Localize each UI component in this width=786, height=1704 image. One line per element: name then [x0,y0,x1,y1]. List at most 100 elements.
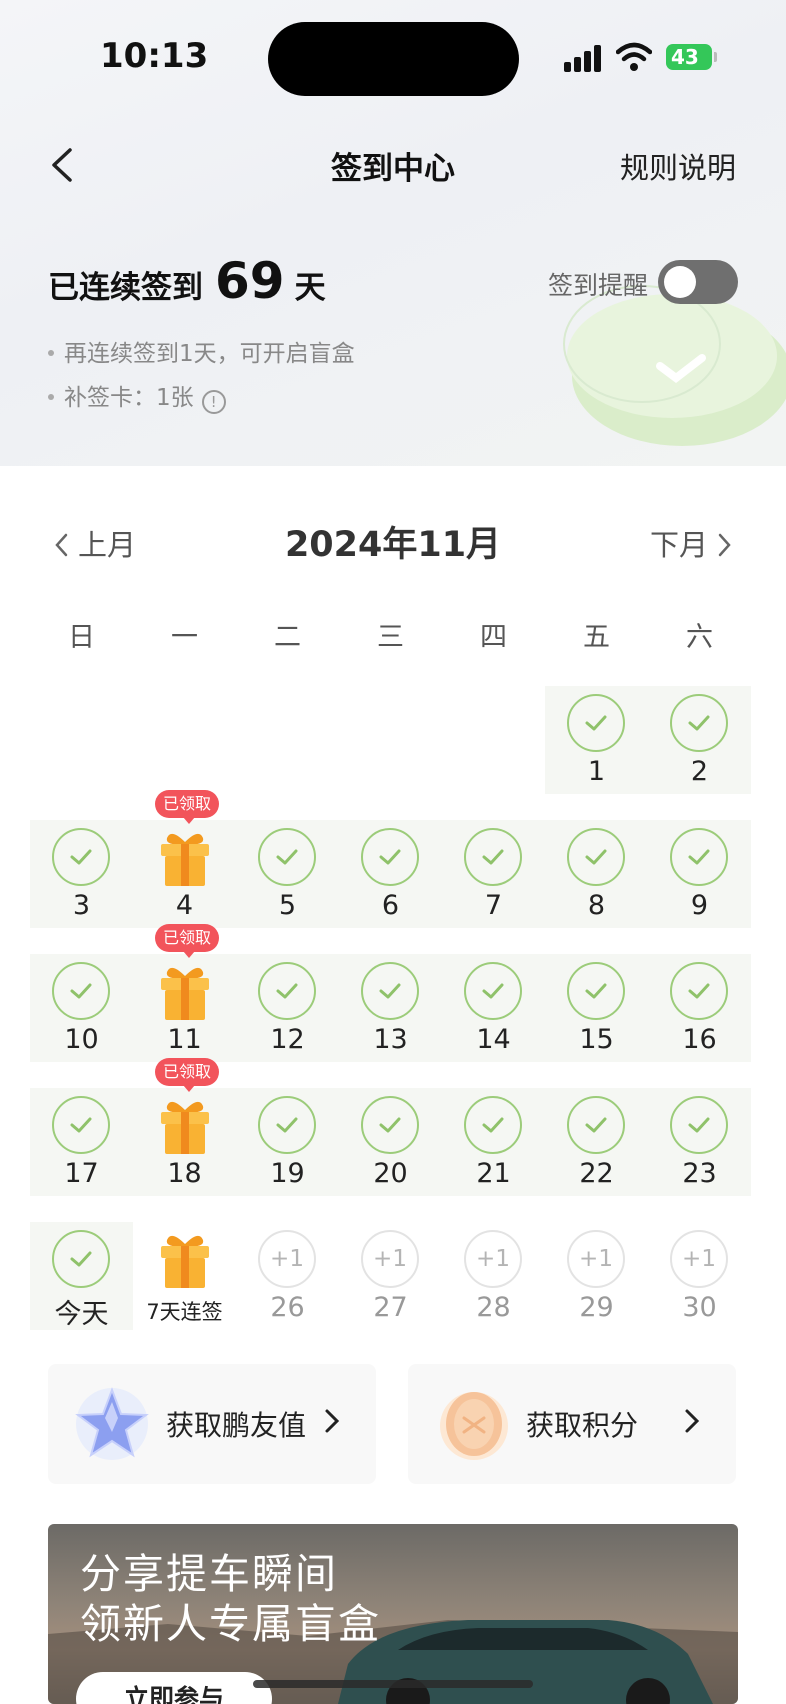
calendar-day[interactable]: 5 [236,820,339,928]
calendar-day[interactable]: +1 29 [545,1222,648,1330]
home-indicator [253,1680,533,1688]
day-label: 15 [579,1024,614,1055]
day-label: 10 [64,1024,99,1055]
day-label: 1 [587,756,606,787]
calendar-day[interactable]: 21 [442,1088,545,1196]
weekday-label: 四 [480,622,507,653]
calendar-day[interactable]: 10 [30,954,133,1062]
day-label: 28 [476,1292,511,1323]
calendar-day[interactable]: 已领取 11 [133,924,236,1062]
calendar-day[interactable]: 2 [648,686,751,794]
day-label: 4 [175,890,194,921]
weekday-row: 日一二三四五六 [30,615,752,655]
rules-link[interactable]: 规则说明 [620,145,736,187]
promo-banner[interactable]: 分享提车瞬间 领新人专属盲盒 立即参与 [48,1524,738,1704]
tip-item: 补签卡：1张! [48,384,355,428]
status-time: 10:13 [100,36,209,76]
gift-icon [157,962,213,1026]
check-circle-icon [52,1230,110,1288]
day-label: 21 [476,1158,511,1189]
calendar-day[interactable]: +1 26 [236,1222,339,1330]
calendar-day[interactable]: 7天连签 [133,1222,236,1330]
future-reward: +1 [567,1230,625,1288]
calendar-day[interactable]: 15 [545,954,648,1062]
day-label: 5 [278,890,297,921]
calendar-header: 上月 2024年11月 下月 [0,510,786,570]
claimed-badge: 已领取 [155,924,219,958]
calendar-day[interactable]: 3 [30,820,133,928]
reminder-toggle[interactable] [658,260,738,304]
check-circle-icon [670,694,728,752]
future-reward: +1 [258,1230,316,1288]
check-circle-icon [567,694,625,752]
info-icon[interactable]: ! [201,390,226,414]
streak-summary: 已连续签到 69 天 [48,252,326,310]
join-button[interactable]: 立即参与 [76,1672,272,1704]
calendar-day[interactable]: 22 [545,1088,648,1196]
header-area: 10:13 43 签到中心 规则说明 已连续签到 69 天 签到提醒 再连续签到1天… [0,0,786,466]
day-label: 9 [690,890,709,921]
future-reward: +1 [464,1230,522,1288]
calendar-day[interactable]: 12 [236,954,339,1062]
calendar-day[interactable]: 13 [339,954,442,1062]
future-reward: +1 [361,1230,419,1288]
day-label: 20 [373,1158,408,1189]
check-circle-icon [361,962,419,1020]
streak-suffix: 天 [294,270,326,306]
day-label: 6 [381,890,400,921]
day-label: 8 [587,890,606,921]
calendar-day[interactable]: 1 [545,686,648,794]
calendar-day[interactable]: 17 [30,1088,133,1196]
calendar-day[interactable]: 9 [648,820,751,928]
check-circle-icon [670,1096,728,1154]
calendar-day[interactable]: 16 [648,954,751,1062]
toggle-knob [664,266,696,298]
tip-item: 再连续签到1天，可开启盲盒 [48,340,355,384]
coin-icon [440,1392,508,1460]
day-label: 今天 [54,1299,109,1330]
battery-level: 43 [671,45,699,69]
calendar-day[interactable]: 14 [442,954,545,1062]
streak-prefix: 已连续签到 [48,270,203,306]
calendar-day[interactable]: 20 [339,1088,442,1196]
card-get-friend-points[interactable]: 获取鹏友值 [48,1364,376,1484]
tip-text: 再连续签到1天，可开启盲盒 [64,341,355,367]
calendar-day[interactable]: +1 28 [442,1222,545,1330]
claimed-badge: 已领取 [155,790,219,824]
chevron-right-icon [325,1409,340,1433]
claimed-badge: 已领取 [155,1058,219,1092]
calendar-day[interactable]: 8 [545,820,648,928]
next-month-button[interactable]: 下月 [650,522,732,564]
calendar-day[interactable]: 19 [236,1088,339,1196]
card-label: 获取鹏友值 [166,1409,307,1442]
day-label: 22 [579,1158,614,1189]
day-label: 30 [682,1292,717,1323]
check-circle-icon [567,1096,625,1154]
gift-icon [157,828,213,892]
calendar-day[interactable]: 7 [442,820,545,928]
gift-icon [157,1096,213,1160]
calendar-day[interactable]: 今天 [30,1222,133,1330]
signal-icon [564,44,604,72]
calendar-day[interactable]: 23 [648,1088,751,1196]
check-circle-icon [361,828,419,886]
chevron-right-icon [718,533,731,557]
card-get-points[interactable]: 获取积分 [408,1364,736,1484]
calendar-day[interactable]: +1 27 [339,1222,442,1330]
day-label: 14 [476,1024,511,1055]
calendar-day[interactable]: 6 [339,820,442,928]
calendar-day[interactable]: 已领取 4 [133,790,236,928]
calendar-day[interactable]: +1 30 [648,1222,751,1330]
tips-list: 再连续签到1天，可开启盲盒 补签卡：1张! [48,340,355,428]
day-label: 11 [167,1024,202,1055]
check-circle-icon [464,828,522,886]
calendar-day[interactable]: 已领取 18 [133,1058,236,1196]
day-label: 29 [579,1292,614,1323]
check-circle-icon [567,828,625,886]
weekday-label: 三 [377,622,404,653]
day-label: 16 [682,1024,717,1055]
day-label: 26 [270,1292,305,1323]
streak-days: 69 [215,252,285,310]
check-circle-icon [258,1096,316,1154]
day-label: 7 [484,890,503,921]
